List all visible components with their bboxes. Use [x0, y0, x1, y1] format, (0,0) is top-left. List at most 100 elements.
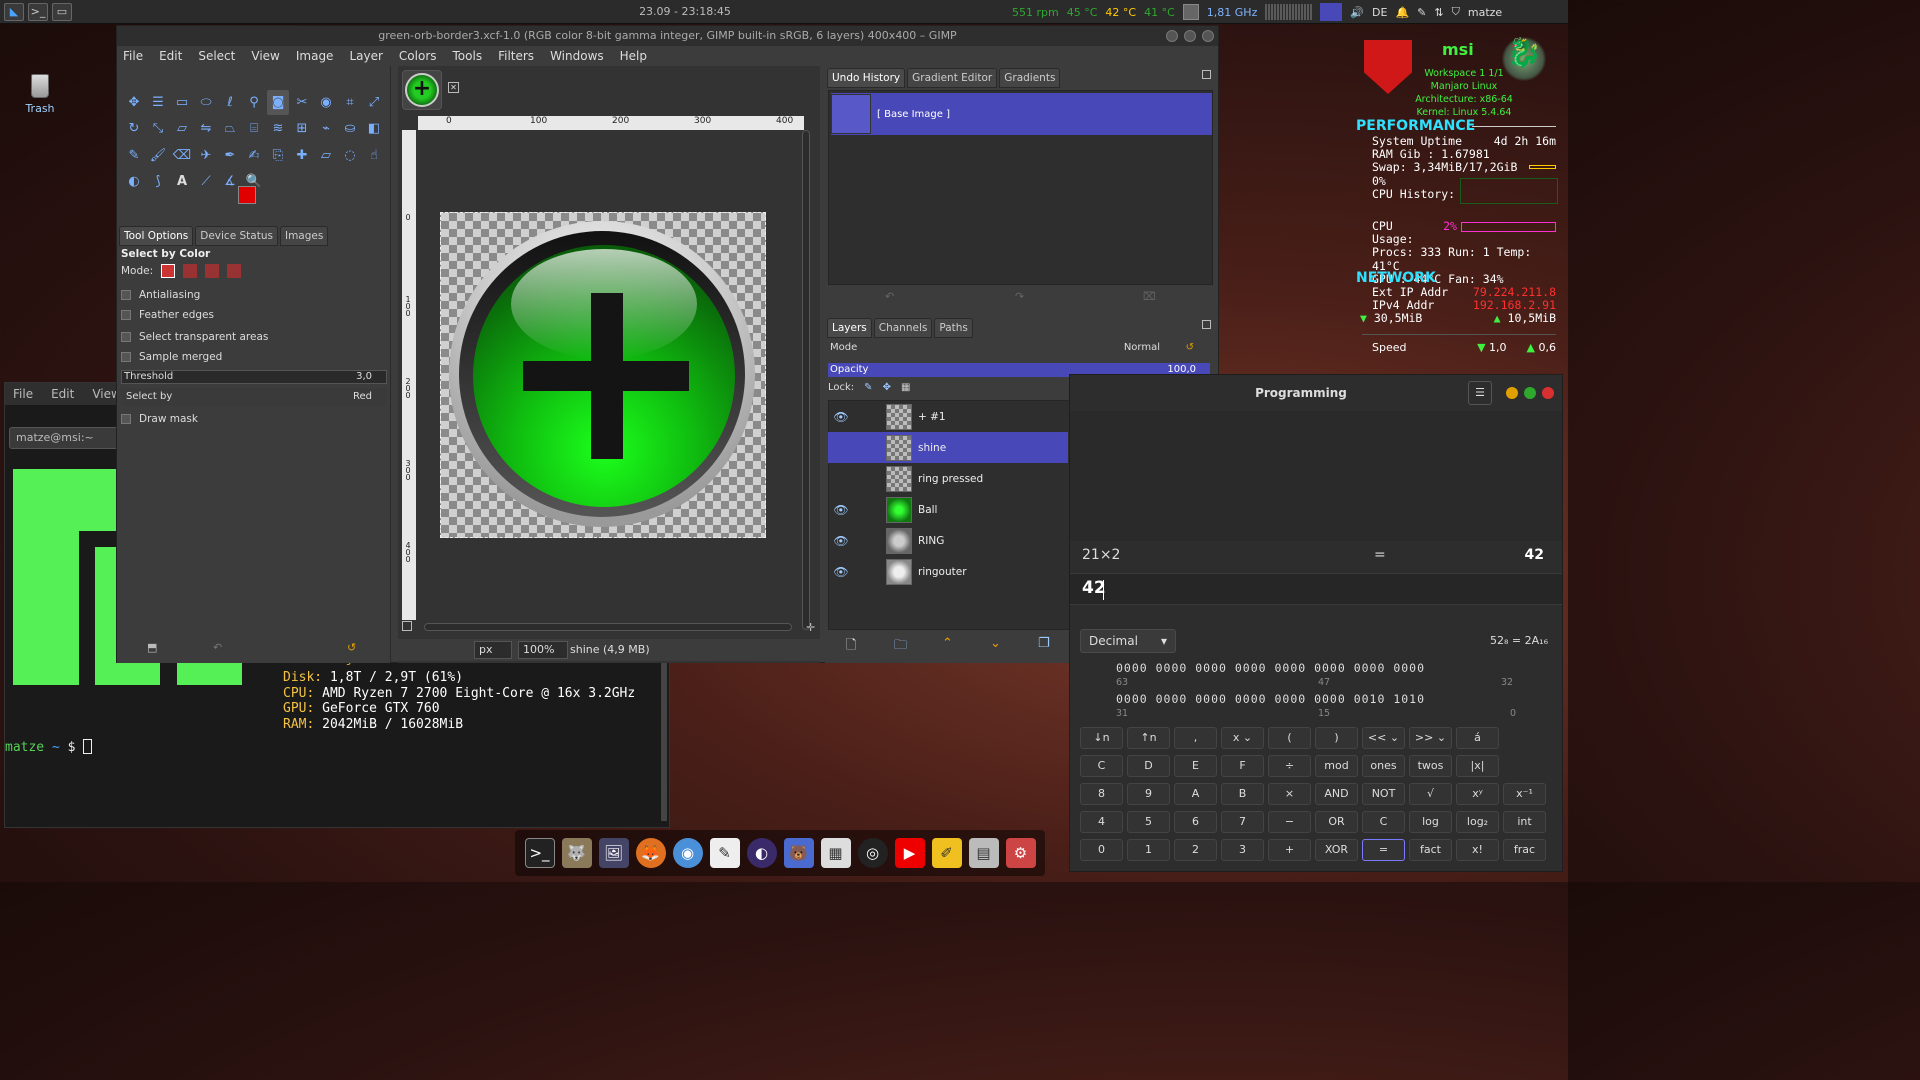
hamburger-menu-button[interactable]: ☰: [1468, 381, 1492, 405]
feather-edges-option[interactable]: Feather edges: [121, 309, 214, 321]
tab-tool-options[interactable]: Tool Options: [119, 226, 194, 246]
calc-key[interactable]: x ⌄: [1221, 727, 1264, 749]
dodge-icon[interactable]: ◐: [123, 170, 145, 195]
terminal-app-icon[interactable]: >_: [524, 838, 555, 868]
new-layer-group-icon[interactable]: 🗀: [894, 636, 907, 658]
tab-paths[interactable]: Paths: [934, 318, 973, 338]
duplicate-layer-icon[interactable]: ❐: [1038, 636, 1050, 651]
terminal-menu-edit[interactable]: Edit: [51, 387, 74, 401]
files-app-icon[interactable]: ▤: [968, 838, 999, 868]
calc-input-field[interactable]: 42: [1070, 573, 1562, 605]
mode-add-icon[interactable]: [183, 264, 198, 278]
close-button[interactable]: [1202, 30, 1214, 42]
ellipse-select-icon[interactable]: ⬭: [195, 90, 217, 115]
calc-key[interactable]: ÷: [1268, 755, 1311, 777]
terminal-tab[interactable]: matze@msi:~: [9, 427, 121, 449]
lock-alpha-icon[interactable]: ▦: [901, 382, 910, 393]
text-tool-icon[interactable]: A: [171, 170, 193, 195]
foreground-select-icon[interactable]: ◉: [315, 90, 337, 115]
calc-key[interactable]: 2: [1174, 839, 1217, 861]
terminal-launcher-icon[interactable]: >_: [28, 2, 48, 21]
calc-key[interactable]: 5: [1127, 811, 1170, 833]
tab-gradient-editor[interactable]: Gradient Editor: [907, 68, 998, 88]
calc-key[interactable]: E: [1174, 755, 1217, 777]
menu-help[interactable]: Help: [620, 49, 647, 63]
layer-row[interactable]: 👁 ringouter: [828, 556, 1068, 587]
calc-key[interactable]: ): [1315, 727, 1358, 749]
calc-key[interactable]: D: [1127, 755, 1170, 777]
calc-key[interactable]: 9: [1127, 783, 1170, 805]
heal-icon[interactable]: ✚: [291, 143, 313, 168]
foreground-color-swatch[interactable]: [238, 186, 256, 204]
perspective-icon[interactable]: ⏢: [219, 117, 241, 142]
reset-options-icon[interactable]: ↺: [347, 641, 356, 654]
navigate-icon[interactable]: ✛: [806, 621, 815, 634]
calc-key[interactable]: B: [1221, 783, 1264, 805]
tools-icon[interactable]: ✎: [1417, 6, 1426, 19]
menu-windows[interactable]: Windows: [550, 49, 604, 63]
visibility-eye-icon[interactable]: 👁: [830, 410, 852, 424]
color-picker-icon[interactable]: ⟋: [195, 170, 217, 195]
eraser-icon[interactable]: ⌫: [171, 143, 193, 168]
minimize-button[interactable]: [1166, 30, 1178, 42]
notes-app-icon[interactable]: ✐: [931, 838, 962, 868]
calc-key[interactable]: xʸ: [1456, 783, 1499, 805]
mypaint-icon[interactable]: ✍: [243, 143, 265, 168]
clear-history-icon[interactable]: ⌧: [1143, 290, 1156, 303]
scissors-icon[interactable]: ✂: [291, 90, 313, 115]
calc-key[interactable]: >> ⌄: [1409, 727, 1452, 749]
calc-key[interactable]: ,: [1174, 727, 1217, 749]
path-icon[interactable]: ⟆: [147, 170, 169, 195]
lock-pixels-icon[interactable]: ✎: [864, 382, 872, 393]
tab-channels[interactable]: Channels: [873, 318, 933, 338]
volume-icon[interactable]: 🔊: [1350, 6, 1364, 19]
layers-dock-menu-icon[interactable]: [1202, 320, 1211, 329]
history-entry[interactable]: 21×2 = 42: [1070, 543, 1562, 569]
new-layer-icon[interactable]: 🗋: [846, 636, 856, 658]
active-image-thumb[interactable]: +: [402, 70, 442, 110]
calc-key[interactable]: A: [1174, 783, 1217, 805]
shear-icon[interactable]: ▱: [171, 117, 193, 142]
network-icon[interactable]: ⇅: [1434, 6, 1443, 19]
calc-key[interactable]: ones: [1362, 755, 1405, 777]
menu-file[interactable]: File: [123, 49, 143, 63]
unified-transform-icon[interactable]: ⤢: [363, 90, 385, 115]
image-canvas[interactable]: [440, 212, 766, 538]
tab-gradients[interactable]: Gradients: [999, 68, 1061, 88]
number-base-combo[interactable]: Decimal ▾: [1080, 629, 1176, 653]
lasso-icon[interactable]: ℓ: [219, 90, 241, 115]
raise-layer-icon[interactable]: ⌃: [942, 636, 953, 651]
save-options-icon[interactable]: ⬒: [147, 641, 157, 654]
feather-checkbox[interactable]: [121, 310, 131, 320]
youtube-app-icon[interactable]: ▶: [894, 838, 925, 868]
workspace-indicator[interactable]: [1320, 3, 1343, 21]
lower-layer-icon[interactable]: ⌄: [990, 636, 1001, 651]
menu-filters[interactable]: Filters: [498, 49, 534, 63]
draw-mask-checkbox[interactable]: [121, 414, 131, 424]
threshold-slider[interactable]: Threshold 3,0: [121, 370, 387, 384]
obs-app-icon[interactable]: ◎: [857, 838, 888, 868]
calc-key[interactable]: |x|: [1456, 755, 1499, 777]
restore-options-icon[interactable]: ↶: [213, 641, 222, 654]
calc-key[interactable]: ↓n: [1080, 727, 1123, 749]
zoom-combo[interactable]: 100%: [518, 641, 568, 659]
image-viewer-app-icon[interactable]: 🖼: [598, 838, 629, 868]
menu-tools[interactable]: Tools: [453, 49, 483, 63]
calc-key[interactable]: fact: [1409, 839, 1452, 861]
layer-mode-row[interactable]: Mode Normal ↺: [828, 342, 1208, 358]
undo-icon[interactable]: ↶: [885, 290, 894, 303]
calc-key[interactable]: 0: [1080, 839, 1123, 861]
calc-key[interactable]: 6: [1174, 811, 1217, 833]
visibility-eye-icon[interactable]: 👁: [830, 503, 852, 517]
visibility-eye-icon[interactable]: 👁: [830, 565, 852, 579]
mode-intersect-icon[interactable]: [227, 264, 242, 278]
window-list-icon[interactable]: ▭: [52, 2, 72, 21]
redo-icon[interactable]: ↷: [1015, 290, 1024, 303]
menu-image[interactable]: Image: [296, 49, 334, 63]
calc-key[interactable]: mod: [1315, 755, 1358, 777]
color-select-icon[interactable]: ◙: [267, 90, 289, 115]
move-tool-icon[interactable]: ✥: [123, 90, 145, 115]
select-transparent-option[interactable]: Select transparent areas: [121, 331, 268, 343]
tab-undo-history[interactable]: Undo History: [827, 68, 906, 88]
draw-mask-option[interactable]: Draw mask: [121, 413, 198, 425]
